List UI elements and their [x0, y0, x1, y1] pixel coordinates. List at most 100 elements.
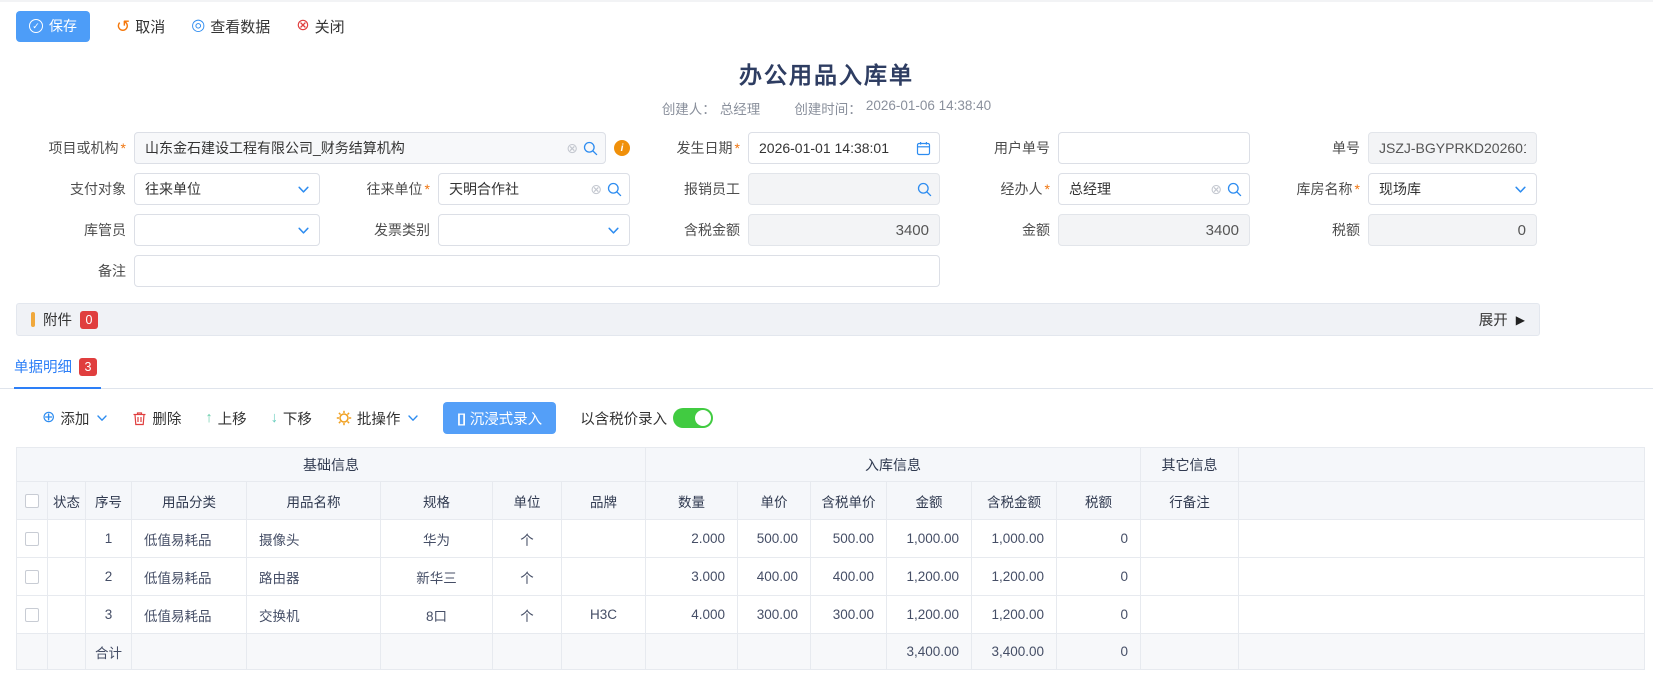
keeper-select[interactable] — [134, 214, 320, 246]
cell-price[interactable]: 300.00 — [738, 596, 811, 634]
select-all-checkbox[interactable] — [25, 494, 39, 508]
view-data-button[interactable]: ◎ 查看数据 — [191, 16, 270, 37]
remark-input[interactable] — [134, 255, 940, 287]
cell-spec[interactable]: 华为 — [381, 520, 493, 558]
expand-button[interactable]: 展开 ▶ — [1479, 309, 1525, 330]
row-checkbox[interactable] — [25, 570, 39, 584]
cell-qty[interactable]: 4.000 — [646, 596, 738, 634]
col-price: 单价 — [738, 482, 811, 520]
cell-tax-price[interactable]: 500.00 — [811, 520, 887, 558]
doc-no-label: 单号 — [1250, 138, 1368, 158]
col-status: 状态 — [48, 482, 86, 520]
undo-icon: ↺ — [116, 18, 130, 35]
cell-spec[interactable]: 新华三 — [381, 558, 493, 596]
cancel-button[interactable]: ↺ 取消 — [116, 16, 165, 37]
search-icon[interactable] — [1227, 182, 1242, 197]
created-time-value: 2026-01-06 14:38:40 — [866, 98, 991, 118]
cell-spec[interactable]: 8口 — [381, 596, 493, 634]
table-row: 1 低值易耗品 摄像头 华为 个 2.000 500.00 500.00 1,0… — [17, 520, 1645, 558]
cell-category[interactable]: 低值易耗品 — [132, 596, 247, 634]
col-row-remark: 行备注 — [1141, 482, 1239, 520]
created-time-label: 创建时间： — [794, 98, 862, 118]
date-input[interactable] — [748, 132, 940, 164]
doc-no-input — [1368, 132, 1537, 164]
close-button[interactable]: ⊗ 关闭 — [296, 16, 344, 37]
select-all-cell — [17, 482, 48, 520]
document-meta: 创建人： 总经理 创建时间： 2026-01-06 14:38:40 — [0, 98, 1653, 118]
search-icon[interactable] — [583, 141, 598, 156]
save-button[interactable]: ✓ 保存 — [16, 11, 90, 42]
cell-unit[interactable]: 个 — [493, 558, 562, 596]
delete-row-button[interactable]: 删除 — [132, 408, 181, 429]
clear-icon[interactable]: ⊗ — [566, 140, 578, 157]
move-down-button[interactable]: ↓ 下移 — [271, 408, 312, 429]
cell-tax[interactable]: 0 — [1057, 558, 1141, 596]
warehouse-select[interactable] — [1368, 173, 1537, 205]
cell-qty[interactable]: 2.000 — [646, 520, 738, 558]
required-asterisk: * — [121, 140, 126, 156]
search-icon[interactable] — [917, 182, 932, 197]
cell-row-remark[interactable] — [1141, 558, 1239, 596]
total-amount: 3,400.00 — [887, 634, 972, 670]
cell-unit[interactable]: 个 — [493, 520, 562, 558]
tab-detail[interactable]: 单据明细 3 — [14, 356, 101, 389]
total-tax: 0 — [1057, 634, 1141, 670]
move-up-button[interactable]: ↑ 上移 — [205, 408, 246, 429]
chevron-down-icon[interactable] — [297, 183, 310, 196]
cell-row-remark[interactable] — [1141, 520, 1239, 558]
batch-operation-button[interactable]: 批操作 — [336, 408, 420, 429]
cell-price[interactable]: 500.00 — [738, 520, 811, 558]
cell-tax-amount[interactable]: 1,200.00 — [972, 558, 1057, 596]
cell-amount[interactable]: 1,200.00 — [887, 596, 972, 634]
info-icon[interactable]: i — [614, 140, 630, 156]
reimburse-input — [748, 173, 940, 205]
cell-amount[interactable]: 1,200.00 — [887, 558, 972, 596]
cell-name[interactable]: 路由器 — [247, 558, 381, 596]
search-icon[interactable] — [607, 182, 622, 197]
keeper-label: 库管员 — [16, 220, 134, 240]
cell-price[interactable]: 400.00 — [738, 558, 811, 596]
chevron-down-icon[interactable] — [1514, 183, 1527, 196]
total-row: 合计 3,400.00 3,400.00 0 — [17, 634, 1645, 670]
cell-category[interactable]: 低值易耗品 — [132, 558, 247, 596]
total-tax-amount: 3,400.00 — [972, 634, 1057, 670]
attachment-bar[interactable]: 附件 0 展开 ▶ — [16, 303, 1540, 336]
cell-brand[interactable] — [562, 520, 646, 558]
cell-tax-amount[interactable]: 1,000.00 — [972, 520, 1057, 558]
col-tax-price: 含税单价 — [811, 482, 887, 520]
cell-unit[interactable]: 个 — [493, 596, 562, 634]
cell-brand[interactable] — [562, 558, 646, 596]
cell-brand[interactable]: H3C — [562, 596, 646, 634]
row-checkbox[interactable] — [25, 532, 39, 546]
project-input[interactable] — [134, 132, 606, 164]
clear-icon[interactable]: ⊗ — [590, 181, 602, 198]
cell-tax-amount[interactable]: 1,200.00 — [972, 596, 1057, 634]
chevron-down-icon[interactable] — [607, 224, 620, 237]
detail-table: 基础信息 入库信息 其它信息 状态 序号 用品分类 用品名称 规格 单位 品牌 … — [16, 447, 1645, 670]
cell-tax[interactable]: 0 — [1057, 520, 1141, 558]
tax-price-toggle[interactable] — [673, 408, 713, 428]
chevron-down-icon — [407, 412, 419, 424]
user-no-input[interactable] — [1058, 132, 1250, 164]
add-row-button[interactable]: ⊕ 添加 — [42, 408, 108, 429]
row-checkbox[interactable] — [25, 608, 39, 622]
table-row: 3 低值易耗品 交换机 8口 个 H3C 4.000 300.00 300.00… — [17, 596, 1645, 634]
cell-category[interactable]: 低值易耗品 — [132, 520, 247, 558]
warehouse-field-cell: 库房名称* — [1250, 173, 1537, 205]
cell-name[interactable]: 交换机 — [247, 596, 381, 634]
invoice-type-select[interactable] — [438, 214, 630, 246]
cell-tax[interactable]: 0 — [1057, 596, 1141, 634]
attachment-count-badge: 0 — [80, 311, 98, 329]
document-header: 办公用品入库单 创建人： 总经理 创建时间： 2026-01-06 14:38:… — [0, 56, 1653, 118]
chevron-down-icon[interactable] — [297, 224, 310, 237]
pay-target-select[interactable] — [134, 173, 320, 205]
immersive-entry-button[interactable]: [ ] 沉浸式录入 — [443, 402, 556, 434]
cell-tax-price[interactable]: 400.00 — [811, 558, 887, 596]
cell-qty[interactable]: 3.000 — [646, 558, 738, 596]
cell-amount[interactable]: 1,000.00 — [887, 520, 972, 558]
cell-row-remark[interactable] — [1141, 596, 1239, 634]
cell-name[interactable]: 摄像头 — [247, 520, 381, 558]
cell-tax-price[interactable]: 300.00 — [811, 596, 887, 634]
calendar-icon[interactable] — [916, 141, 931, 156]
clear-icon[interactable]: ⊗ — [1210, 181, 1222, 198]
